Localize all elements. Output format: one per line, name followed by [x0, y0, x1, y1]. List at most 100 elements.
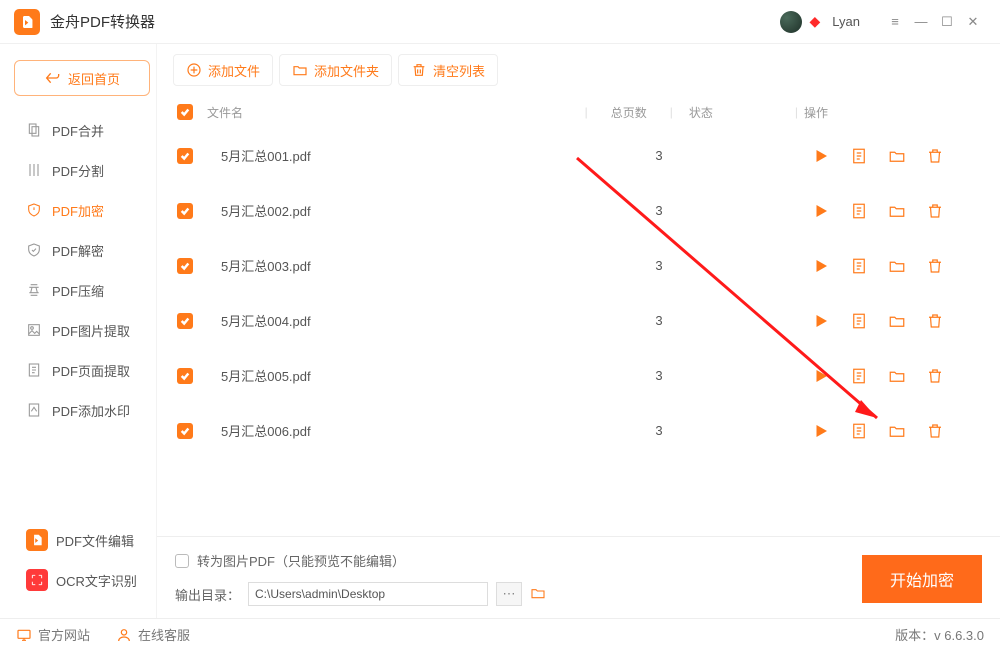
sidebar-item-label: PDF合并: [52, 121, 104, 140]
sidebar-item-5[interactable]: PDF图片提取: [8, 310, 156, 350]
row-open-folder-button[interactable]: [888, 422, 906, 440]
col-filename: 文件名: [207, 104, 579, 121]
select-all-checkbox[interactable]: [177, 104, 193, 120]
maximize-button[interactable]: ☐: [934, 9, 960, 35]
website-label: 官方网站: [38, 625, 90, 644]
row-checkbox[interactable]: [177, 203, 193, 219]
table-row: 5月汇总002.pdf3: [157, 183, 1000, 238]
output-dir-input[interactable]: [248, 582, 488, 606]
sidebar-item-7[interactable]: PDF添加水印: [8, 390, 156, 430]
image-pdf-checkbox[interactable]: [175, 554, 189, 568]
clear-list-button[interactable]: 清空列表: [398, 54, 498, 86]
sidebar-item-label: PDF分割: [52, 161, 104, 180]
row-checkbox[interactable]: [177, 368, 193, 384]
online-support-link[interactable]: 在线客服: [116, 625, 190, 644]
sidebar-bottom-label: PDF文件编辑: [56, 531, 134, 550]
support-label: 在线客服: [138, 625, 190, 644]
sidebar-item-label: PDF解密: [52, 241, 104, 260]
row-preview-button[interactable]: [850, 367, 868, 385]
file-name: 5月汇总002.pdf: [207, 201, 624, 220]
sidebar-item-label: PDF加密: [52, 201, 104, 220]
add-file-button[interactable]: 添加文件: [173, 54, 273, 86]
row-open-folder-button[interactable]: [888, 367, 906, 385]
table-row: 5月汇总006.pdf3: [157, 403, 1000, 458]
row-open-folder-button[interactable]: [888, 257, 906, 275]
row-checkbox[interactable]: [177, 313, 193, 329]
sidebar-icon: [26, 362, 42, 378]
table-row: 5月汇总003.pdf3: [157, 238, 1000, 293]
browse-button[interactable]: ⋯: [496, 582, 522, 606]
row-preview-button[interactable]: [850, 422, 868, 440]
main-panel: 添加文件 添加文件夹 清空列表 文件名 | 总页数 | 状态 | 操作 5月汇总…: [156, 44, 1000, 618]
image-pdf-label: 转为图片PDF（只能预览不能编辑）: [197, 551, 405, 570]
sidebar-item-2[interactable]: PDF加密: [8, 190, 156, 230]
row-play-button[interactable]: [812, 312, 830, 330]
username-label[interactable]: Lyan: [832, 14, 860, 29]
sidebar-item-6[interactable]: PDF页面提取: [8, 350, 156, 390]
table-header: 文件名 | 总页数 | 状态 | 操作: [157, 96, 1000, 128]
row-play-button[interactable]: [812, 147, 830, 165]
row-preview-button[interactable]: [850, 312, 868, 330]
row-play-button[interactable]: [812, 422, 830, 440]
col-ops: 操作: [804, 104, 984, 121]
sidebar-item-0[interactable]: PDF合并: [8, 110, 156, 150]
pdf-edit-icon: [26, 529, 48, 551]
row-checkbox[interactable]: [177, 423, 193, 439]
row-checkbox[interactable]: [177, 148, 193, 164]
start-encrypt-button[interactable]: 开始加密: [862, 555, 982, 603]
sidebar-item-4[interactable]: PDF压缩: [8, 270, 156, 310]
row-preview-button[interactable]: [850, 147, 868, 165]
row-delete-button[interactable]: [926, 422, 944, 440]
row-delete-button[interactable]: [926, 367, 944, 385]
sidebar-icon: [26, 282, 42, 298]
vip-diamond-icon[interactable]: ◆: [810, 13, 821, 30]
row-checkbox[interactable]: [177, 258, 193, 274]
row-delete-button[interactable]: [926, 202, 944, 220]
app-title: 金舟PDF转换器: [50, 11, 155, 32]
file-pages: 3: [624, 423, 694, 438]
sidebar-item-label: PDF页面提取: [52, 361, 130, 380]
open-output-folder-button[interactable]: [530, 585, 546, 604]
sidebar-icon: [26, 402, 42, 418]
sidebar-icon: [26, 322, 42, 338]
file-pages: 3: [624, 313, 694, 328]
close-button[interactable]: ✕: [960, 9, 986, 35]
row-open-folder-button[interactable]: [888, 202, 906, 220]
menu-button[interactable]: ≡: [882, 9, 908, 35]
output-dir-label: 输出目录：: [175, 585, 240, 604]
sidebar-icon: [26, 122, 42, 138]
file-name: 5月汇总006.pdf: [207, 421, 624, 440]
table-row: 5月汇总001.pdf3: [157, 128, 1000, 183]
sidebar-bottom-item-1[interactable]: OCR文字识别: [8, 560, 156, 600]
minimize-button[interactable]: —: [908, 9, 934, 35]
sidebar-item-label: PDF图片提取: [52, 321, 130, 340]
row-preview-button[interactable]: [850, 257, 868, 275]
row-delete-button[interactable]: [926, 147, 944, 165]
col-status: 状态: [679, 104, 789, 121]
sidebar-icon: [26, 242, 42, 258]
row-open-folder-button[interactable]: [888, 147, 906, 165]
official-website-link[interactable]: 官方网站: [16, 625, 90, 644]
avatar[interactable]: [780, 11, 802, 33]
row-play-button[interactable]: [812, 257, 830, 275]
row-play-button[interactable]: [812, 202, 830, 220]
back-home-button[interactable]: 返回首页: [14, 60, 150, 96]
file-name: 5月汇总004.pdf: [207, 311, 624, 330]
sidebar-item-3[interactable]: PDF解密: [8, 230, 156, 270]
row-preview-button[interactable]: [850, 202, 868, 220]
ocr-icon: [26, 569, 48, 591]
sidebar-item-1[interactable]: PDF分割: [8, 150, 156, 190]
table-row: 5月汇总004.pdf3: [157, 293, 1000, 348]
row-open-folder-button[interactable]: [888, 312, 906, 330]
back-home-label: 返回首页: [68, 69, 120, 88]
add-folder-button[interactable]: 添加文件夹: [279, 54, 392, 86]
table-row: 5月汇总005.pdf3: [157, 348, 1000, 403]
version-text: 版本：v 6.6.3.0: [895, 625, 984, 644]
row-delete-button[interactable]: [926, 312, 944, 330]
sidebar-item-label: PDF添加水印: [52, 401, 130, 420]
row-play-button[interactable]: [812, 367, 830, 385]
file-pages: 3: [624, 368, 694, 383]
file-name: 5月汇总003.pdf: [207, 256, 624, 275]
row-delete-button[interactable]: [926, 257, 944, 275]
sidebar-bottom-item-0[interactable]: PDF文件编辑: [8, 520, 156, 560]
